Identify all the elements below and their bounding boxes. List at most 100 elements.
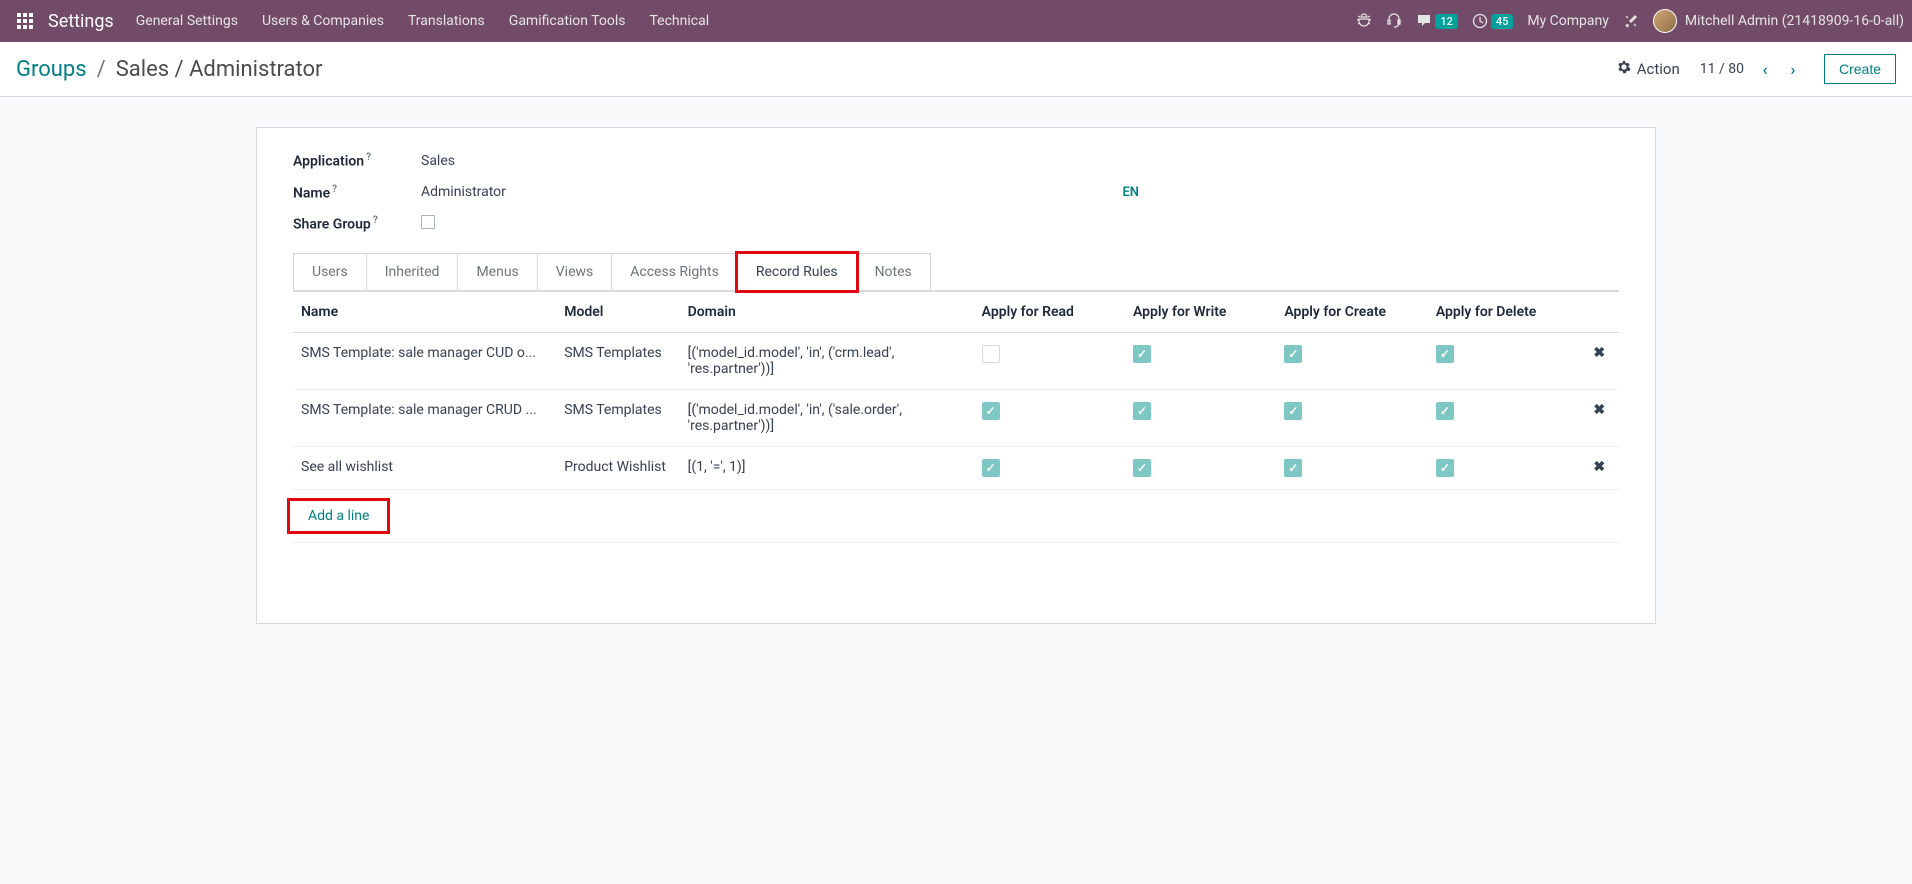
tabs: Users Inherited Menus Views Access Right… <box>293 253 1619 291</box>
gear-icon <box>1617 60 1631 78</box>
tab-inherited[interactable]: Inherited <box>366 253 459 290</box>
th-delete[interactable]: Apply for Delete <box>1428 292 1580 333</box>
application-value[interactable]: Sales <box>421 153 455 169</box>
breadcrumb-current: Sales / Administrator <box>116 57 323 82</box>
record-rules-table: Name Model Domain Apply for Read Apply f… <box>293 291 1619 543</box>
navbar-menu: General Settings Users & Companies Trans… <box>136 13 709 29</box>
cell-write[interactable] <box>1125 390 1276 447</box>
breadcrumb: Groups / Sales / Administrator <box>16 57 323 82</box>
avatar <box>1653 9 1677 33</box>
table-row[interactable]: SMS Template: sale manager CRUD ...SMS T… <box>293 390 1619 447</box>
tab-record-rules[interactable]: Record Rules <box>737 253 857 291</box>
user-menu[interactable]: Mitchell Admin (21418909-16-0-all) <box>1653 9 1904 33</box>
menu-gamification-tools[interactable]: Gamification Tools <box>509 13 626 29</box>
pager-text[interactable]: 11 / 80 <box>1700 61 1744 77</box>
th-read[interactable]: Apply for Read <box>974 292 1125 333</box>
name-label: Name? <box>293 184 421 202</box>
th-create[interactable]: Apply for Create <box>1276 292 1428 333</box>
user-name: Mitchell Admin (21418909-16-0-all) <box>1685 13 1904 29</box>
activities-icon[interactable]: 45 <box>1472 13 1514 29</box>
application-label: Application? <box>293 152 421 170</box>
menu-users-companies[interactable]: Users & Companies <box>262 13 384 29</box>
main-content: Application? Sales Name? Administrator E… <box>0 97 1912 654</box>
checkbox-icon[interactable] <box>1436 459 1454 477</box>
cell-domain[interactable]: [('model_id.model', 'in', ('crm.lead', '… <box>680 333 974 390</box>
checkbox-icon[interactable] <box>1436 345 1454 363</box>
cell-create[interactable] <box>1276 390 1428 447</box>
name-value[interactable]: Administrator <box>421 184 506 200</box>
cell-read[interactable] <box>974 447 1125 490</box>
menu-general-settings[interactable]: General Settings <box>136 13 238 29</box>
delete-row-icon[interactable]: ✖ <box>1593 402 1605 418</box>
tab-access-rights[interactable]: Access Rights <box>611 253 738 290</box>
checkbox-icon[interactable] <box>1284 459 1302 477</box>
help-icon[interactable]: ? <box>373 215 378 226</box>
control-panel: Groups / Sales / Administrator Action 11… <box>0 42 1912 97</box>
menu-technical[interactable]: Technical <box>650 13 710 29</box>
table-row[interactable]: SMS Template: sale manager CUD o...SMS T… <box>293 333 1619 390</box>
help-icon[interactable]: ? <box>366 152 371 163</box>
cell-name[interactable]: SMS Template: sale manager CUD o... <box>293 333 556 390</box>
checkbox-icon[interactable] <box>1133 345 1151 363</box>
support-icon[interactable] <box>1386 13 1402 29</box>
apps-icon[interactable] <box>8 4 42 38</box>
cell-model[interactable]: Product Wishlist <box>556 447 679 490</box>
tools-icon[interactable] <box>1623 13 1639 29</box>
form-sheet: Application? Sales Name? Administrator E… <box>256 127 1656 624</box>
action-dropdown[interactable]: Action <box>1617 60 1680 78</box>
checkbox-icon[interactable] <box>982 459 1000 477</box>
cell-name[interactable]: SMS Template: sale manager CRUD ... <box>293 390 556 447</box>
messages-icon[interactable]: 12 <box>1416 13 1458 29</box>
cell-create[interactable] <box>1276 447 1428 490</box>
help-icon[interactable]: ? <box>332 184 337 195</box>
tab-users[interactable]: Users <box>293 253 367 290</box>
cell-delete[interactable] <box>1428 390 1580 447</box>
share-group-checkbox[interactable] <box>421 215 435 233</box>
table-row[interactable]: See all wishlistProduct Wishlist[(1, '='… <box>293 447 1619 490</box>
cell-write[interactable] <box>1125 447 1276 490</box>
cell-read[interactable] <box>974 333 1125 390</box>
checkbox-icon[interactable] <box>1284 402 1302 420</box>
checkbox-icon[interactable] <box>1436 402 1454 420</box>
share-group-label: Share Group? <box>293 215 421 233</box>
delete-row-icon[interactable]: ✖ <box>1593 459 1605 475</box>
checkbox-icon[interactable] <box>982 345 1000 363</box>
cell-model[interactable]: SMS Templates <box>556 390 679 447</box>
checkbox-icon[interactable] <box>1133 459 1151 477</box>
cell-domain[interactable]: [('model_id.model', 'in', ('sale.order',… <box>680 390 974 447</box>
messages-badge: 12 <box>1435 14 1458 29</box>
tab-menus[interactable]: Menus <box>457 253 537 290</box>
th-domain[interactable]: Domain <box>680 292 974 333</box>
menu-translations[interactable]: Translations <box>408 13 485 29</box>
breadcrumb-root[interactable]: Groups <box>16 57 87 82</box>
action-label: Action <box>1637 60 1680 78</box>
top-navbar: Settings General Settings Users & Compan… <box>0 0 1912 42</box>
cell-create[interactable] <box>1276 333 1428 390</box>
tab-views[interactable]: Views <box>537 253 613 290</box>
delete-row-icon[interactable]: ✖ <box>1593 345 1605 361</box>
add-line-link[interactable]: Add a line <box>300 504 377 528</box>
cell-model[interactable]: SMS Templates <box>556 333 679 390</box>
th-write[interactable]: Apply for Write <box>1125 292 1276 333</box>
translate-button[interactable]: EN <box>1122 185 1139 200</box>
cell-name[interactable]: See all wishlist <box>293 447 556 490</box>
tab-notes[interactable]: Notes <box>856 253 931 290</box>
cell-delete[interactable] <box>1428 333 1580 390</box>
pager: 11 / 80 ‹ › <box>1700 58 1804 80</box>
cell-domain[interactable]: [(1, '=', 1)] <box>680 447 974 490</box>
cell-read[interactable] <box>974 390 1125 447</box>
checkbox-icon[interactable] <box>1133 402 1151 420</box>
create-button[interactable]: Create <box>1824 54 1896 84</box>
activities-badge: 45 <box>1491 14 1514 29</box>
pager-prev-icon[interactable]: ‹ <box>1754 58 1776 80</box>
pager-next-icon[interactable]: › <box>1782 58 1804 80</box>
checkbox-icon[interactable] <box>1284 345 1302 363</box>
th-model[interactable]: Model <box>556 292 679 333</box>
cell-delete[interactable] <box>1428 447 1580 490</box>
company-switcher[interactable]: My Company <box>1527 13 1609 29</box>
th-name[interactable]: Name <box>293 292 556 333</box>
bug-icon[interactable] <box>1356 13 1372 29</box>
cell-write[interactable] <box>1125 333 1276 390</box>
checkbox-icon[interactable] <box>982 402 1000 420</box>
app-title[interactable]: Settings <box>48 11 114 32</box>
